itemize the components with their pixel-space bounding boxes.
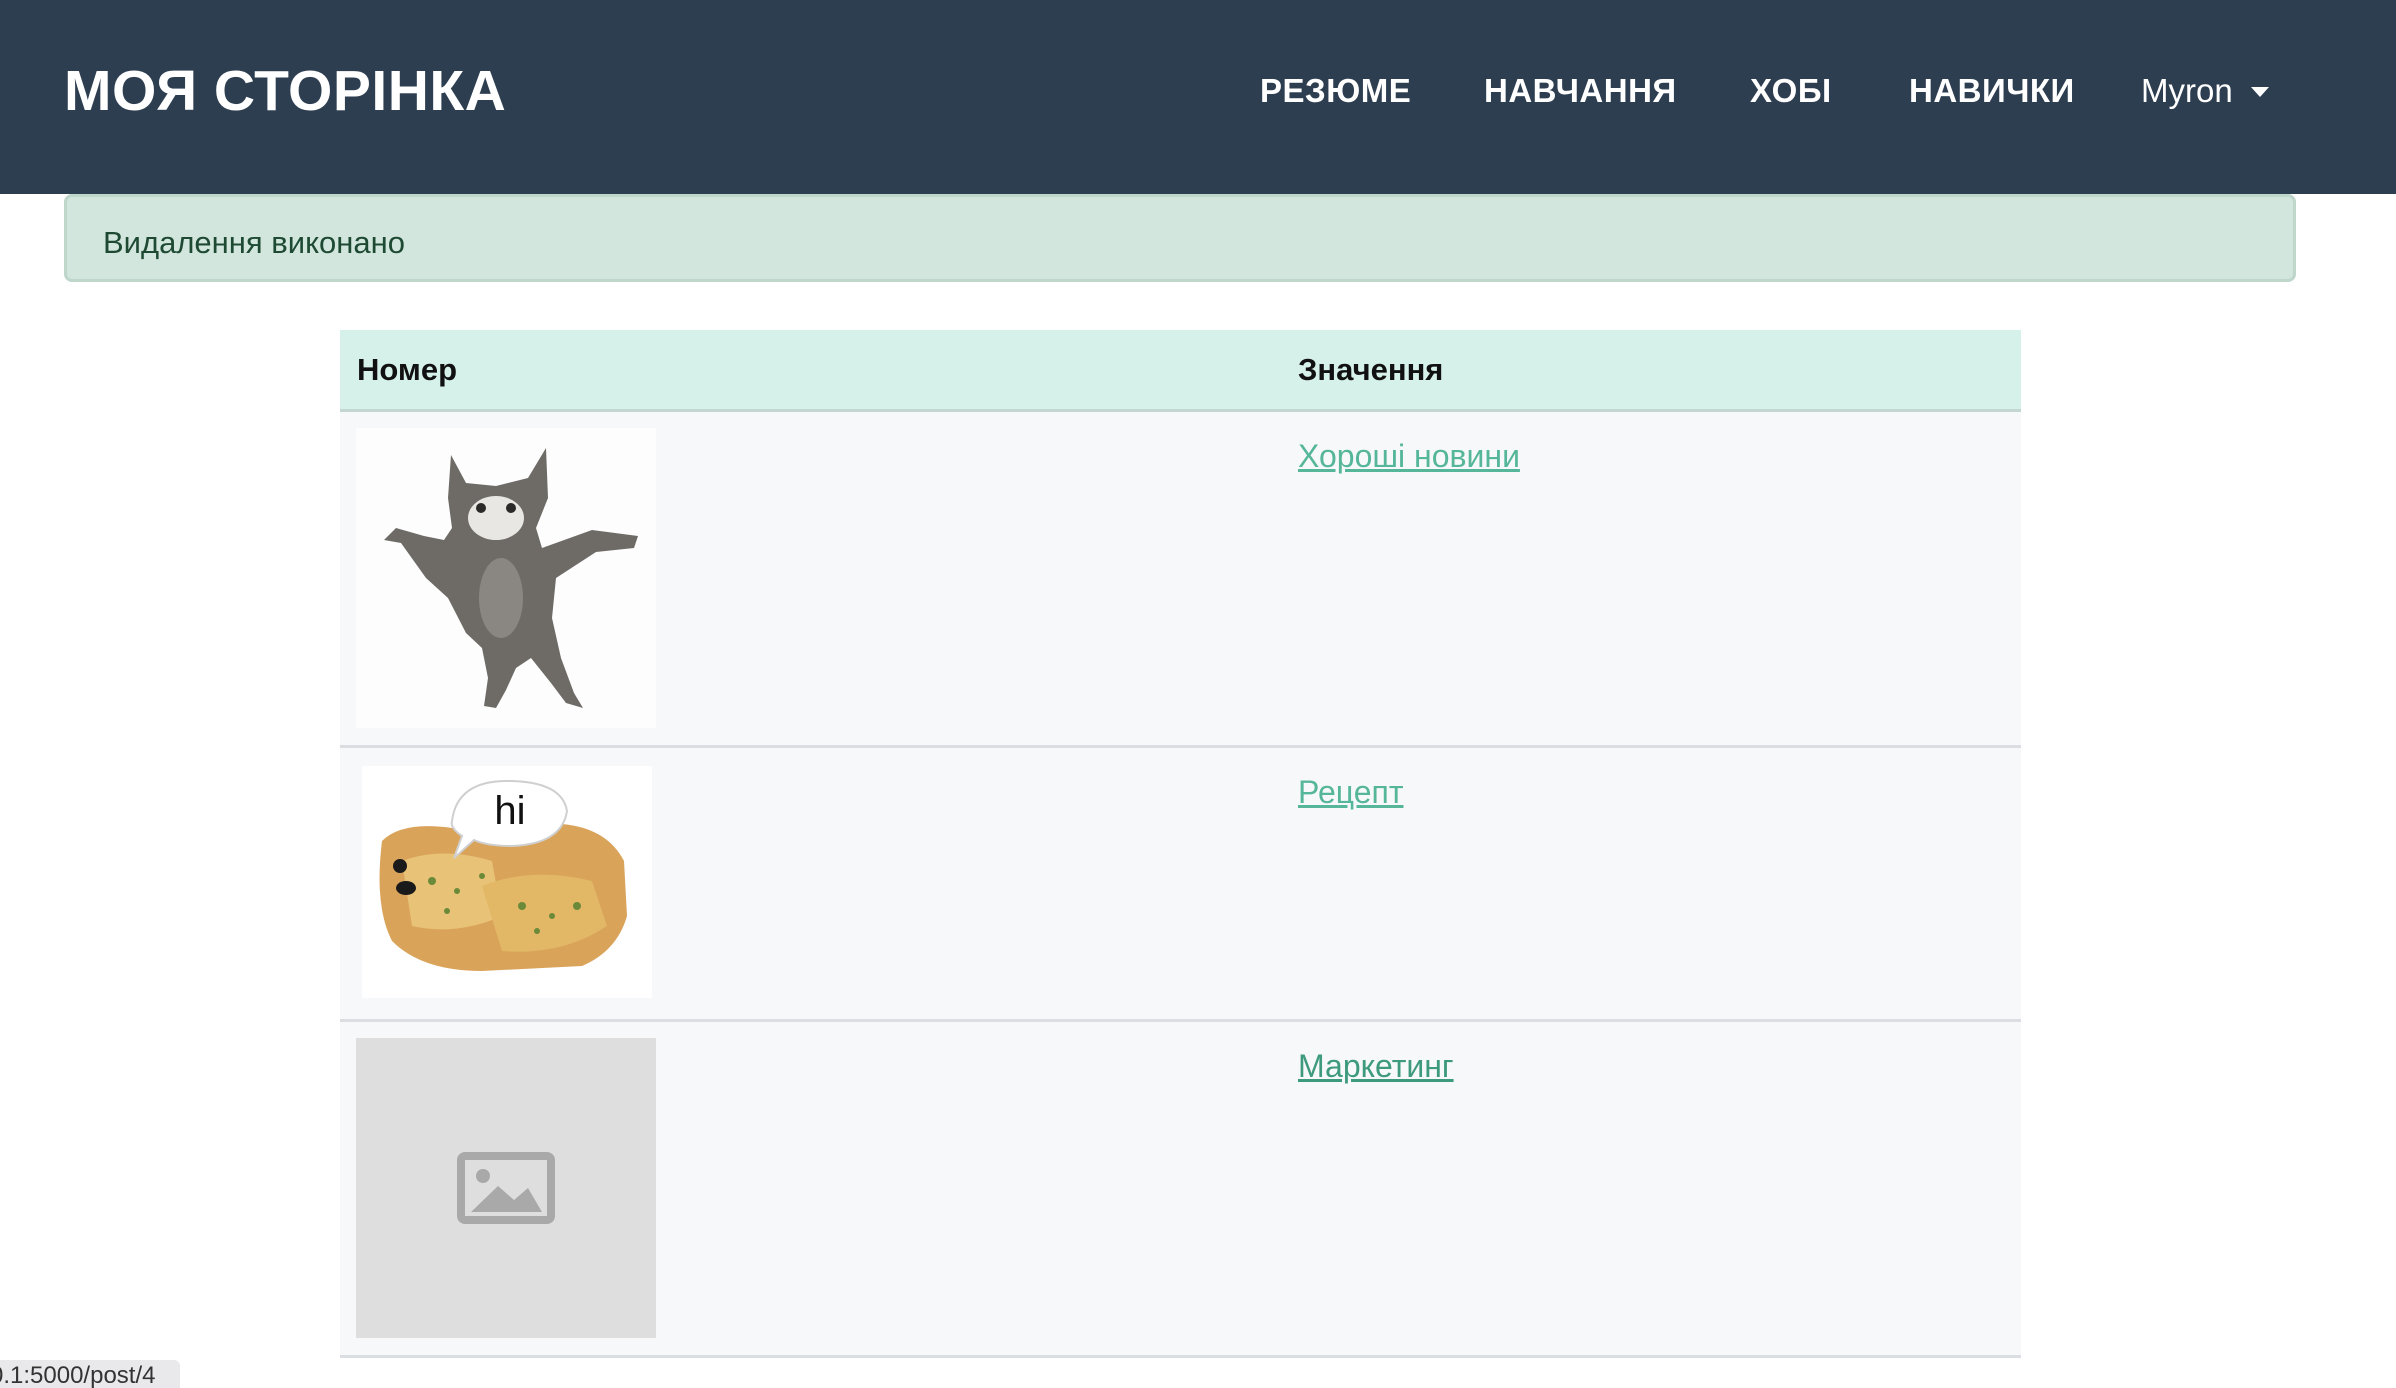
post-link-good-news[interactable]: Хороші новини — [1298, 438, 1520, 475]
post-link-recipe[interactable]: Рецепт — [1298, 774, 1403, 811]
nav-link-study[interactable]: НАВЧАННЯ — [1484, 72, 1677, 110]
success-alert: Видалення виконано — [64, 194, 2296, 282]
column-header-number: Номер — [357, 352, 458, 387]
browser-status-bar: 0.1:5000/post/4 — [0, 1360, 180, 1388]
posts-table: Номер Значення Хороші новини hi Рецепт М… — [340, 330, 2021, 1358]
speech-bubble-text: hi — [494, 789, 525, 833]
table-row: Хороші новини — [340, 412, 2021, 748]
post-link-marketing[interactable]: Маркетинг — [1298, 1048, 1454, 1085]
alert-message: Видалення виконано — [103, 225, 405, 260]
table-row: Маркетинг — [340, 1022, 2021, 1358]
top-navbar: МОЯ СТОРІНКА РЕЗЮМЕ НАВЧАННЯ ХОБІ НАВИЧК… — [0, 0, 2396, 194]
user-dropdown[interactable]: Myron — [2141, 72, 2269, 110]
table-header: Номер Значення — [340, 330, 2021, 412]
image-placeholder-icon — [356, 1038, 656, 1338]
garlic-bread-hi-image: hi — [362, 766, 652, 998]
nav-link-hobby[interactable]: ХОБІ — [1750, 72, 1832, 110]
chevron-down-icon — [2250, 87, 2269, 97]
status-url: 0.1:5000/post/4 — [0, 1362, 156, 1388]
column-header-value: Значення — [1298, 352, 1444, 387]
dancing-cat-image — [356, 428, 656, 728]
user-name: Myron — [2141, 72, 2233, 109]
nav-link-skills[interactable]: НАВИЧКИ — [1909, 72, 2075, 110]
table-row: hi Рецепт — [340, 748, 2021, 1022]
nav-link-resume[interactable]: РЕЗЮМЕ — [1260, 72, 1411, 110]
site-brand[interactable]: МОЯ СТОРІНКА — [64, 58, 506, 124]
